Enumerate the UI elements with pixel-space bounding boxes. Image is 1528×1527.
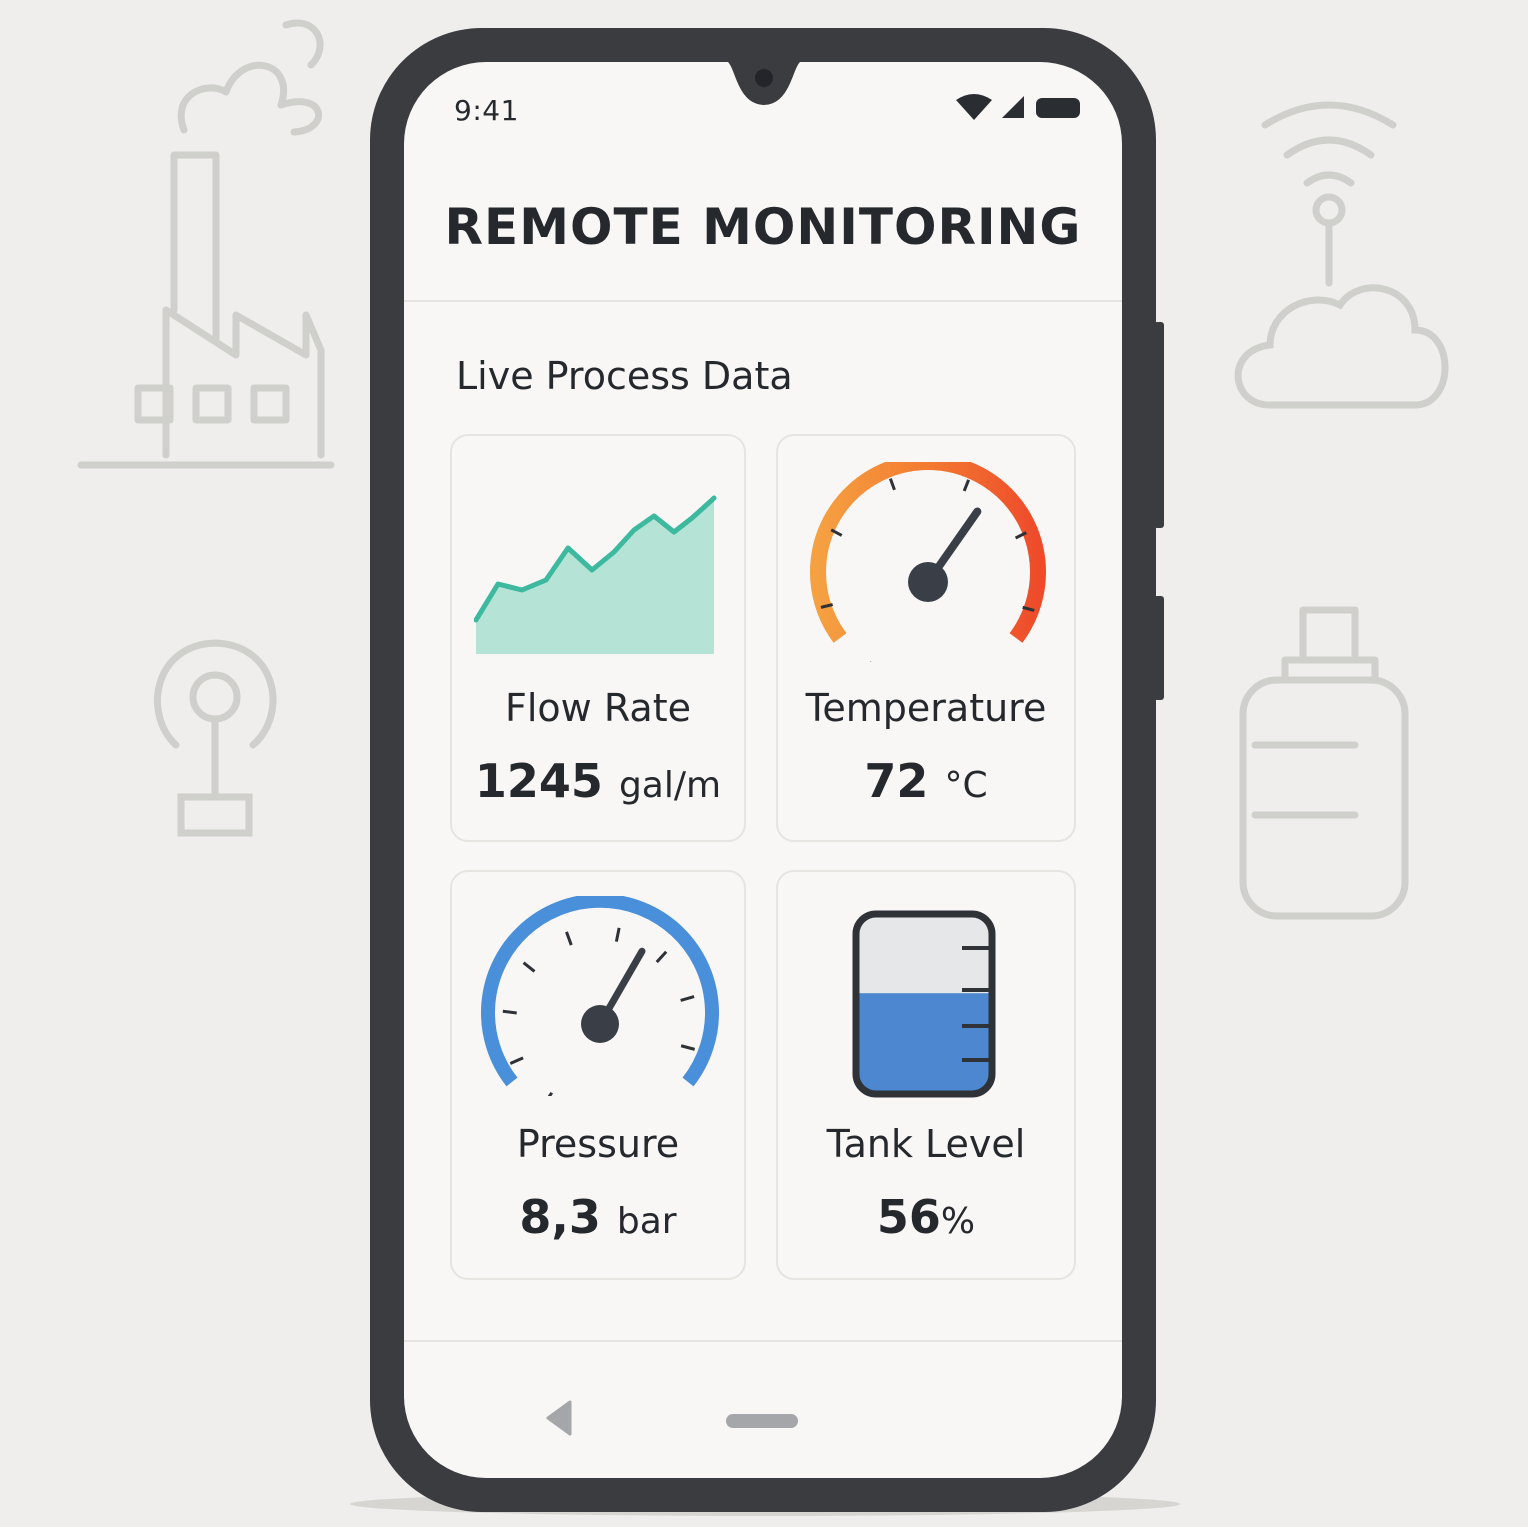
tank-level-value: 56% bbox=[778, 1190, 1074, 1244]
flow-rate-label: Flow Rate bbox=[505, 686, 691, 730]
pressure-card[interactable]: Pressure 8,3 bar bbox=[450, 870, 746, 1280]
home-bar-icon[interactable] bbox=[726, 1414, 798, 1428]
gauge-tick bbox=[888, 478, 896, 491]
pressure-value: 8,3 bar bbox=[452, 1190, 744, 1244]
gauge-tick bbox=[962, 479, 971, 492]
factory-icon bbox=[77, 19, 335, 469]
temperature-number: 72 bbox=[864, 754, 929, 808]
temperature-value: 72 °C bbox=[778, 754, 1074, 808]
flow-rate-number: 1245 bbox=[474, 754, 603, 808]
status-icons bbox=[956, 94, 1080, 120]
gauge-tick bbox=[509, 1056, 524, 1065]
tank-level-number: 56 bbox=[876, 1190, 941, 1244]
wifi-cloud-icon bbox=[1234, 101, 1449, 409]
section-title: Live Process Data bbox=[456, 354, 793, 398]
flow-trend-chart bbox=[474, 495, 717, 654]
temperature-label: Temperature bbox=[805, 686, 1047, 730]
status-time: 9:41 bbox=[454, 94, 519, 127]
volume-button bbox=[1154, 322, 1164, 528]
pressure-gauge bbox=[481, 896, 719, 1096]
gauge-tick bbox=[680, 995, 695, 1002]
tank-icon bbox=[1239, 606, 1409, 920]
pressure-label: Pressure bbox=[516, 1122, 680, 1166]
flow-rate-card[interactable]: Flow Rate 1245 gal/m bbox=[450, 434, 746, 842]
tank-level-graphic bbox=[852, 910, 996, 1098]
temperature-needle-hub bbox=[908, 562, 948, 602]
tank-fill bbox=[856, 993, 992, 1094]
gauge-tick bbox=[522, 961, 536, 973]
tank-level-unit: % bbox=[940, 1201, 976, 1242]
gauge-tick bbox=[547, 1091, 554, 1096]
signal-icon bbox=[1002, 96, 1024, 118]
tank-level-card[interactable]: Tank Level 56% bbox=[776, 870, 1076, 1280]
power-button bbox=[1154, 596, 1164, 700]
pressure-unit: bar bbox=[616, 1201, 677, 1242]
antenna-icon bbox=[154, 639, 277, 837]
battery-icon bbox=[1036, 98, 1080, 118]
flow-rate-value: 1245 gal/m bbox=[452, 754, 744, 808]
tank-level-label: Tank Level bbox=[826, 1122, 1026, 1166]
gauge-tick bbox=[565, 931, 573, 946]
header-divider bbox=[404, 300, 1122, 302]
pressure-number: 8,3 bbox=[519, 1190, 601, 1244]
nav-bar bbox=[404, 1342, 1122, 1478]
phone-screen: 9:41 REMOTE MONITORING Live Process Data… bbox=[404, 62, 1122, 1478]
app-title: REMOTE MONITORING bbox=[444, 198, 1082, 256]
flow-rate-unit: gal/m bbox=[618, 765, 722, 806]
camera-notch bbox=[728, 62, 800, 105]
flow-trend-area bbox=[476, 498, 714, 654]
temperature-card[interactable]: Temperature 72 °C bbox=[776, 434, 1076, 842]
gauge-tick bbox=[502, 1009, 517, 1015]
temperature-gauge bbox=[810, 462, 1046, 662]
wifi-icon bbox=[956, 94, 992, 120]
gauge-tick bbox=[614, 927, 621, 942]
gauge-tick bbox=[680, 1044, 696, 1051]
back-icon[interactable] bbox=[544, 1400, 574, 1436]
pressure-needle-hub bbox=[581, 1005, 619, 1043]
gauge-tick bbox=[655, 950, 668, 964]
temperature-unit: °C bbox=[944, 765, 988, 806]
